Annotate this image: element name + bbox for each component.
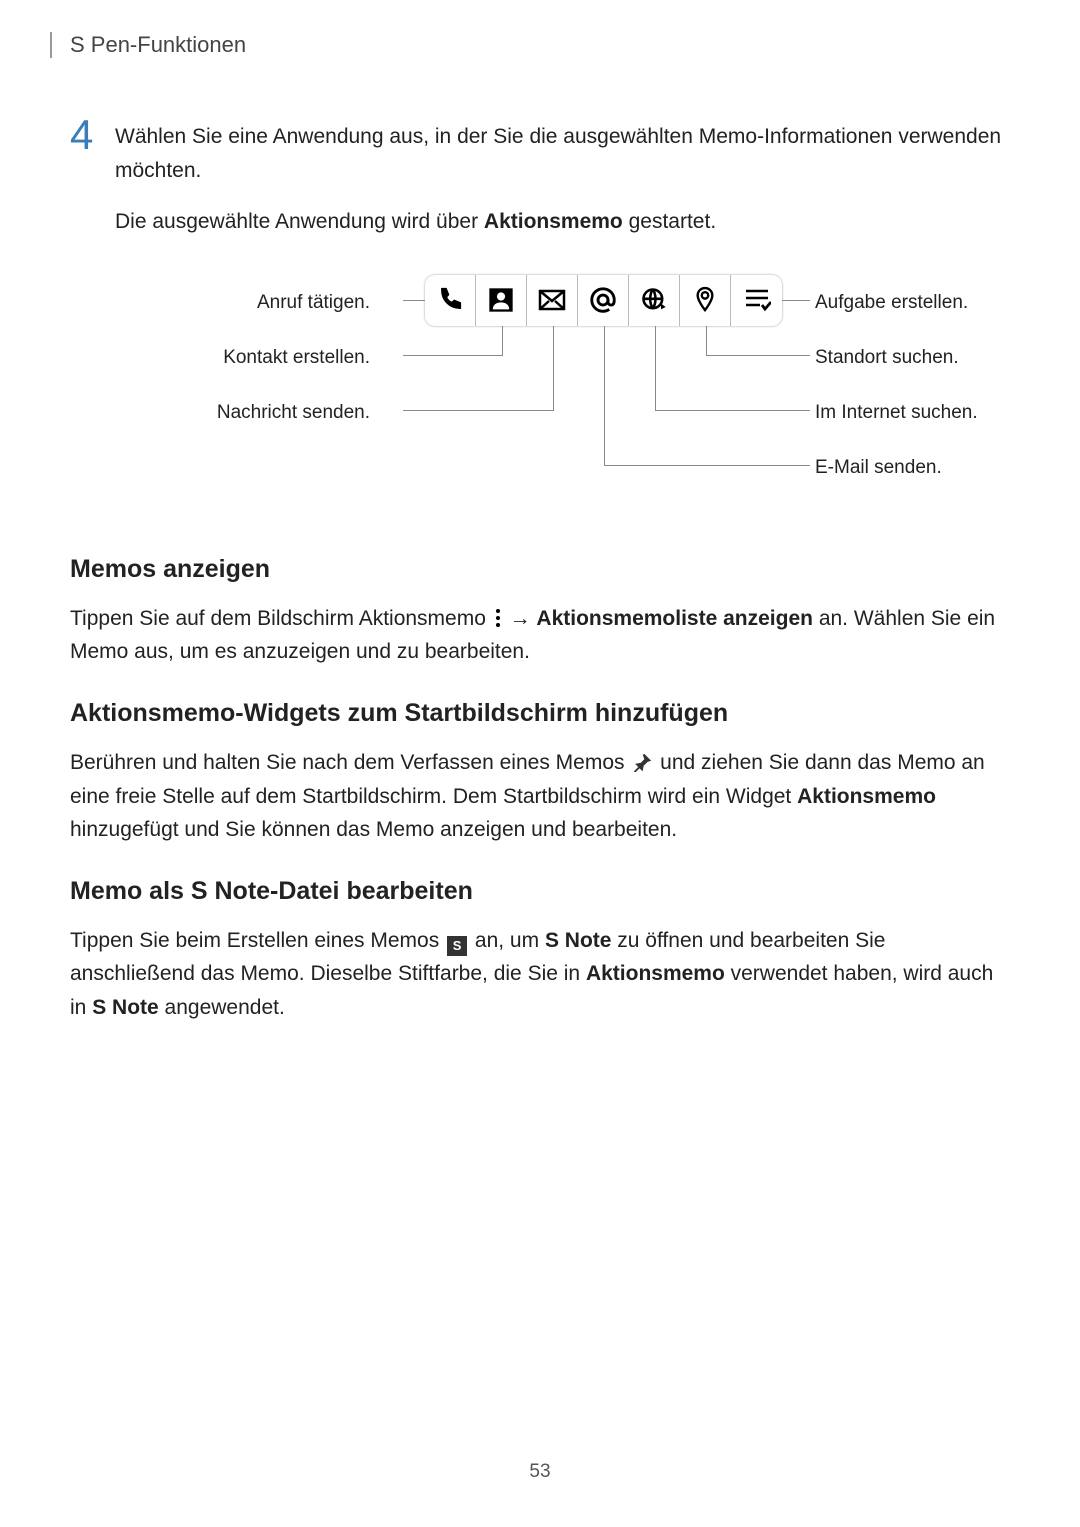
- s-note-icon: S: [447, 936, 467, 956]
- pin-outline-icon: [632, 752, 652, 772]
- step-text-1: Wählen Sie eine Anwendung aus, in der Si…: [115, 120, 1010, 187]
- at-icon: [578, 275, 629, 326]
- heading-snote: Memo als S Note-Datei bearbeiten: [70, 877, 1010, 906]
- label-location: Standort suchen.: [815, 343, 959, 373]
- pin-icon: [680, 275, 731, 326]
- heading-memos: Memos anzeigen: [70, 555, 1010, 584]
- label-message: Nachricht senden.: [217, 398, 370, 428]
- more-icon: [494, 608, 502, 628]
- task-icon: [731, 275, 782, 326]
- paragraph-memos: Tippen Sie auf dem Bildschirm Aktionsmem…: [70, 602, 1010, 669]
- label-email: E-Mail senden.: [815, 453, 942, 483]
- contact-icon: [476, 275, 527, 326]
- paragraph-snote: Tippen Sie beim Erstellen eines Memos S …: [70, 924, 1010, 1025]
- globe-icon: [629, 275, 680, 326]
- label-task: Aufgabe erstellen.: [815, 288, 968, 318]
- label-contact: Kontakt erstellen.: [223, 343, 370, 373]
- chapter-title: S Pen-Funktionen: [70, 32, 246, 57]
- label-internet: Im Internet suchen.: [815, 398, 978, 428]
- heading-widgets: Aktionsmemo-Widgets zum Startbildschirm …: [70, 699, 1010, 728]
- action-toolbar: [425, 275, 782, 326]
- phone-icon: [425, 275, 476, 326]
- page-number: 53: [0, 1461, 1080, 1483]
- step-body: Wählen Sie eine Anwendung aus, in der Si…: [115, 114, 1010, 525]
- step-text-2: Die ausgewählte Anwendung wird über Akti…: [115, 205, 1010, 239]
- envelope-icon: [527, 275, 578, 326]
- chapter-header: S Pen-Funktionen: [50, 32, 1010, 58]
- step-4: 4 Wählen Sie eine Anwendung aus, in der …: [70, 114, 1010, 525]
- step-number: 4: [70, 114, 115, 156]
- label-call: Anruf tätigen.: [257, 288, 370, 318]
- paragraph-widgets: Berühren und halten Sie nach dem Verfass…: [70, 746, 1010, 847]
- action-memo-diagram: Anruf tätigen. Kontakt erstellen. Nachri…: [115, 257, 1010, 487]
